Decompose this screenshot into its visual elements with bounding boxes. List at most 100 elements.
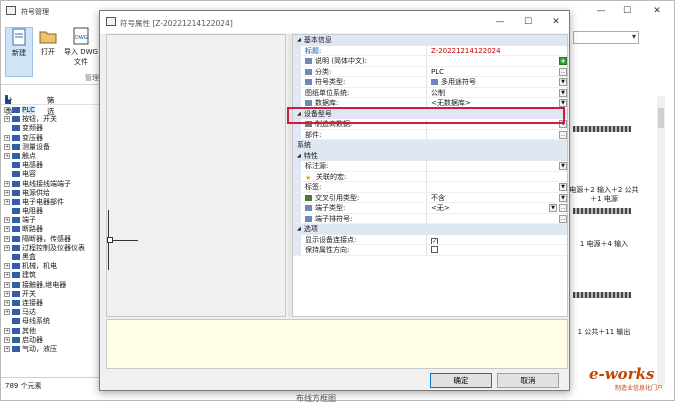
tree-item[interactable]: + 断路器 (1, 225, 103, 234)
expand-icon[interactable]: + (4, 309, 10, 316)
expand-icon[interactable]: + (4, 263, 10, 270)
ok-button[interactable]: 确定 (430, 373, 492, 388)
property-value[interactable]: PLC (429, 67, 549, 77)
expand-icon[interactable]: + (4, 198, 10, 205)
dialog-close-icon[interactable]: ✕ (548, 16, 564, 28)
dropdown-arrow-icon[interactable]: ▼ (559, 99, 567, 107)
close-icon[interactable]: ✕ (649, 5, 665, 17)
symbol-drawing-canvas[interactable] (106, 34, 286, 317)
tree-item[interactable]: 电感器 (1, 161, 103, 170)
property-value[interactable] (429, 130, 549, 140)
expand-icon[interactable]: + (4, 235, 10, 242)
tree-item[interactable]: + 按钮，开关 (1, 115, 103, 124)
property-row-part[interactable]: 部件: … (293, 129, 567, 140)
property-row-class[interactable]: 分类: PLC … (293, 66, 567, 77)
symbol-tile[interactable]: 电源＋2 输入＋2 公共＋1 电源 (569, 126, 639, 203)
dropdown-arrow-icon[interactable]: ▼ (559, 78, 567, 86)
tree-item[interactable]: + 连接器 (1, 299, 103, 308)
import-dwg-button[interactable]: DWG 导入 DWG 文件 (63, 27, 99, 77)
expand-icon[interactable]: + (4, 345, 10, 352)
property-row-description[interactable]: 说明 (简体中文): + (293, 56, 567, 67)
category-options[interactable]: ◢ 选项 (293, 224, 567, 235)
tree-item[interactable]: + 接触器,继电器 (1, 281, 103, 290)
dropdown-arrow-icon[interactable]: ▼ (549, 204, 557, 212)
expand-icon[interactable]: + (4, 134, 10, 141)
expand-icon[interactable]: + (4, 244, 10, 251)
property-row-terminal-strip[interactable]: 端子排符号: … (293, 213, 567, 224)
tree-item[interactable]: + 启动器 (1, 336, 103, 345)
expand-icon[interactable]: + (4, 290, 10, 297)
property-value[interactable]: 不含 (429, 193, 549, 203)
category-properties[interactable]: ◢ 特性 (293, 150, 567, 161)
tree-item[interactable]: 变频器 (1, 124, 103, 133)
ellipsis-button[interactable]: … (559, 130, 567, 139)
cancel-button[interactable]: 取消 (497, 373, 559, 388)
property-value[interactable]: <无> (429, 203, 549, 213)
expand-icon[interactable]: + (4, 143, 10, 150)
tree-item[interactable]: + 过程控制及仪器仪表 (1, 244, 103, 253)
property-value[interactable] (429, 172, 549, 182)
tree-item[interactable]: + 开关 (1, 290, 103, 299)
dropdown-arrow-icon[interactable]: ▼ (559, 183, 567, 191)
open-button[interactable]: 打开 (34, 27, 62, 77)
dropdown-arrow-icon[interactable]: ▼ (559, 88, 567, 97)
property-row-database[interactable]: 数据库: <无数据库> ▼ (293, 98, 567, 109)
minimize-icon[interactable]: — (593, 5, 609, 17)
dialog-maximize-icon[interactable]: ☐ (520, 16, 536, 28)
tree-item[interactable]: 母线系统 (1, 317, 103, 326)
property-value[interactable] (429, 182, 549, 192)
maximize-icon[interactable]: ☐ (619, 5, 635, 17)
property-row-show-connection-points[interactable]: 显示设备连接点: ✓ (293, 234, 567, 245)
keep-direction-checkbox[interactable] (431, 246, 438, 253)
property-value-cell[interactable]: 多用途符号 (429, 77, 549, 87)
ellipsis-button[interactable]: … (559, 204, 567, 212)
tree-item[interactable]: + 机械，机电 (1, 262, 103, 271)
expand-icon[interactable]: + (4, 217, 10, 224)
expand-icon[interactable]: + (4, 107, 10, 113)
dropdown-arrow-icon[interactable]: ▼ (559, 120, 567, 128)
expand-icon[interactable]: + (4, 152, 10, 159)
tree-item[interactable]: 黑盒 (1, 253, 103, 262)
tree-item[interactable]: + 变压器 (1, 134, 103, 143)
property-row-title[interactable]: 标题: Z-20221214122024 (293, 45, 567, 56)
tree-item[interactable]: + 建筑 (1, 271, 103, 280)
show-connection-checkbox[interactable]: ✓ (431, 237, 438, 244)
dropdown-arrow-icon[interactable]: ▼ (559, 162, 567, 170)
property-value[interactable] (429, 214, 549, 224)
property-row-unit-system[interactable]: 图纸单位系统: 公制 ▼ (293, 87, 567, 98)
expand-icon[interactable]: + (4, 327, 10, 334)
dropdown-arrow-icon[interactable]: ▼ (559, 193, 567, 202)
property-row-associated-macro[interactable]: ★ 关联的宏: (293, 171, 567, 182)
tree-item[interactable]: + 其他 (1, 327, 103, 336)
tree-item[interactable]: + 隔断器，传感器 (1, 235, 103, 244)
property-value[interactable] (429, 119, 549, 129)
add-icon[interactable]: + (559, 57, 567, 65)
property-value[interactable]: Z-20221214122024 (429, 46, 549, 56)
tree-item[interactable]: + 电线接线端端子 (1, 180, 103, 189)
property-row-mark[interactable]: 标签: ▼ (293, 182, 567, 193)
property-row-keep-direction[interactable]: 保持属性方向: (293, 245, 567, 256)
property-value[interactable]: <无数据库> (429, 98, 549, 108)
expand-icon[interactable]: + (4, 281, 10, 288)
ellipsis-button[interactable]: … (559, 67, 567, 76)
tree-item[interactable]: 电容 (1, 170, 103, 179)
tree-item[interactable]: + 气动，液压 (1, 345, 103, 354)
tree-item[interactable]: + 马达 (1, 308, 103, 317)
expand-icon[interactable]: + (4, 299, 10, 306)
property-value[interactable]: 公制 (429, 88, 549, 98)
preview-scrollbar[interactable] (657, 96, 665, 386)
property-row-terminal-type[interactable]: 端子类型: <无> ▼ … (293, 203, 567, 214)
property-row-standard[interactable]: 标注源: ▼ (293, 161, 567, 172)
tree-item[interactable]: + 测量设备 (1, 143, 103, 152)
category-device-model[interactable]: ◢ 设备型号 (293, 108, 567, 119)
property-value[interactable] (429, 56, 549, 66)
tree-item[interactable]: + PLC (1, 106, 103, 115)
symbol-tile[interactable]: 1 电源＋4 输入 (573, 208, 631, 270)
tree-item[interactable]: + 电源供给 (1, 189, 103, 198)
tree-item[interactable]: + 触点 (1, 152, 103, 161)
symbol-filter-dropdown[interactable] (573, 31, 639, 44)
tree-item[interactable]: + 端子 (1, 216, 103, 225)
tree-item[interactable]: 电阻器 (1, 207, 103, 216)
expand-icon[interactable]: + (4, 189, 10, 196)
expand-icon[interactable]: + (4, 336, 10, 343)
